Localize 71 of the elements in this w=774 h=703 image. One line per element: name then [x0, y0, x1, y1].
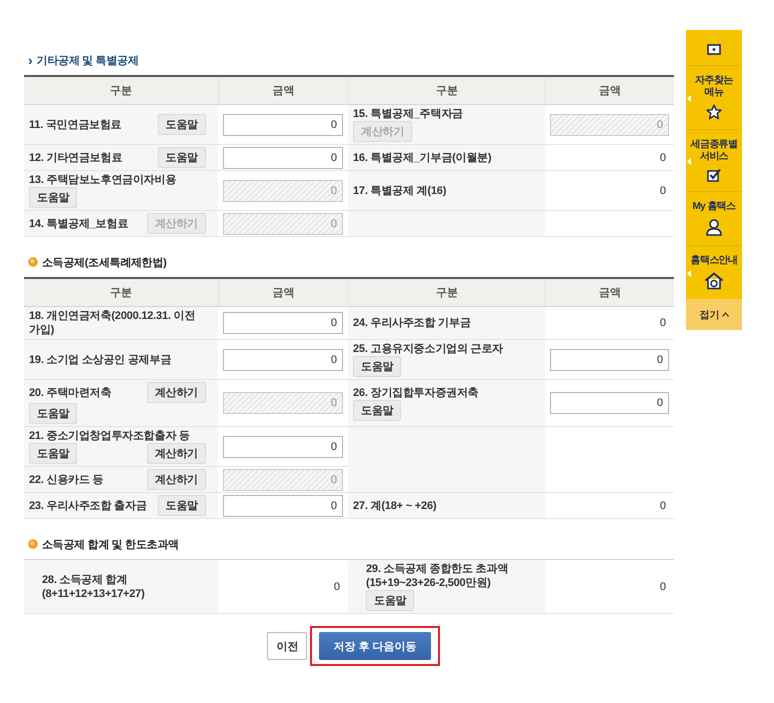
bullet-icon: [28, 257, 38, 267]
bullet-icon: [28, 539, 38, 549]
item-label: 13. 주택담보노후연금이자비용: [29, 173, 176, 187]
amount-field[interactable]: 0: [223, 114, 343, 136]
sidebar-item[interactable]: 자주찾는 메뉴: [686, 65, 742, 129]
caret-up-icon: [722, 312, 728, 317]
item-label: 25. 고용유지중소기업의 근로자: [353, 342, 504, 356]
column-header: 구분: [348, 77, 545, 105]
house-icon: [704, 272, 724, 290]
save-next-button[interactable]: 저장 후 다음이동: [319, 632, 431, 660]
item-label: 28. 소득공제 합계(8+11+12+13+17+27): [42, 572, 146, 600]
item-label: 16. 특별공제_기부금(이월분): [353, 150, 492, 164]
action-button[interactable]: 계산하기: [146, 382, 206, 403]
star-icon: [706, 104, 722, 120]
action-button[interactable]: 도움말: [353, 400, 402, 420]
checkbox-icon: [707, 168, 721, 182]
item-label: 24. 우리사주조합 기부금: [353, 316, 471, 330]
item-label: 18. 개인연금저축(2000.12.31. 이전 가입): [29, 309, 196, 337]
amount-field[interactable]: 0: [223, 436, 343, 458]
item-label: 14. 특별공제_보험료: [29, 216, 128, 230]
amount-value: 0: [660, 152, 667, 164]
column-header: 금액: [218, 77, 348, 105]
amount-field[interactable]: 0: [223, 146, 343, 168]
column-header: 금액: [545, 77, 674, 105]
action-button[interactable]: 도움말: [29, 443, 78, 464]
column-header: 금액: [545, 279, 674, 307]
item-label: 20. 주택마련저축: [29, 386, 112, 400]
action-button[interactable]: 도움말: [29, 403, 78, 424]
item-label: 17. 특별공제 계(16): [353, 184, 446, 198]
item-label: 12. 기타연금보험료: [29, 150, 122, 164]
sidebar-item[interactable]: 세금종류별 서비스: [686, 129, 742, 191]
section-title: 기타공제 및 특별공제: [36, 54, 138, 68]
item-label: 11. 국민연금보험료: [29, 118, 122, 132]
item-label: 19. 소기업 소상공인 공제부금: [29, 352, 172, 366]
amount-field[interactable]: 0: [550, 348, 669, 370]
previous-button[interactable]: 이전: [267, 632, 308, 660]
person-icon: [705, 218, 723, 236]
item-label: 21. 중소기업창업투자조합출자 등: [29, 429, 190, 443]
item-label: 29. 소득공제 종합한도 초과액(15+19~23+26-2,500만원): [366, 562, 510, 590]
sidebar-item[interactable]: My 홈택스: [686, 191, 742, 245]
amount-value: 0: [660, 580, 667, 592]
column-header: 금액: [218, 279, 348, 307]
amount-field[interactable]: 0: [550, 392, 669, 414]
action-button[interactable]: 계산하기: [146, 443, 206, 464]
item-label: 15. 특별공제_주택자금: [353, 107, 463, 121]
amount-field[interactable]: 0: [223, 348, 343, 370]
item-label: 26. 장기집합투자증권저축: [353, 386, 479, 400]
amount-value: 0: [660, 184, 667, 196]
item-label: 22. 신용카드 등: [29, 472, 104, 486]
action-button[interactable]: 도움말: [366, 590, 414, 611]
item-label: 23. 우리사주조합 출자금: [29, 498, 147, 512]
action-button[interactable]: 계산하기: [146, 469, 206, 490]
column-header: 구분: [24, 279, 218, 307]
section-title: 소득공제(조세특례제한법): [42, 256, 166, 270]
title-marker: ›: [28, 52, 33, 68]
amount-field[interactable]: 0: [223, 312, 343, 334]
action-button[interactable]: 도움말: [353, 356, 402, 377]
amount-value: 0: [660, 317, 667, 329]
action-button[interactable]: 도움말: [158, 114, 206, 135]
collapse-button[interactable]: 접기: [686, 299, 742, 330]
item-label: 27. 계(18+ ~ +26): [353, 498, 436, 512]
column-header: 구분: [24, 77, 218, 105]
column-header: 구분: [348, 279, 545, 307]
amount-field[interactable]: 0: [223, 494, 343, 516]
amount-value: 0: [660, 500, 667, 512]
action-button[interactable]: 도움말: [29, 187, 78, 208]
action-button[interactable]: 도움말: [158, 495, 206, 516]
action-button[interactable]: 도움말: [158, 147, 206, 168]
amount-value: 0: [334, 580, 341, 592]
section-title: 소득공제 합계 및 한도초과액: [42, 538, 179, 552]
frame-icon: [707, 44, 721, 55]
